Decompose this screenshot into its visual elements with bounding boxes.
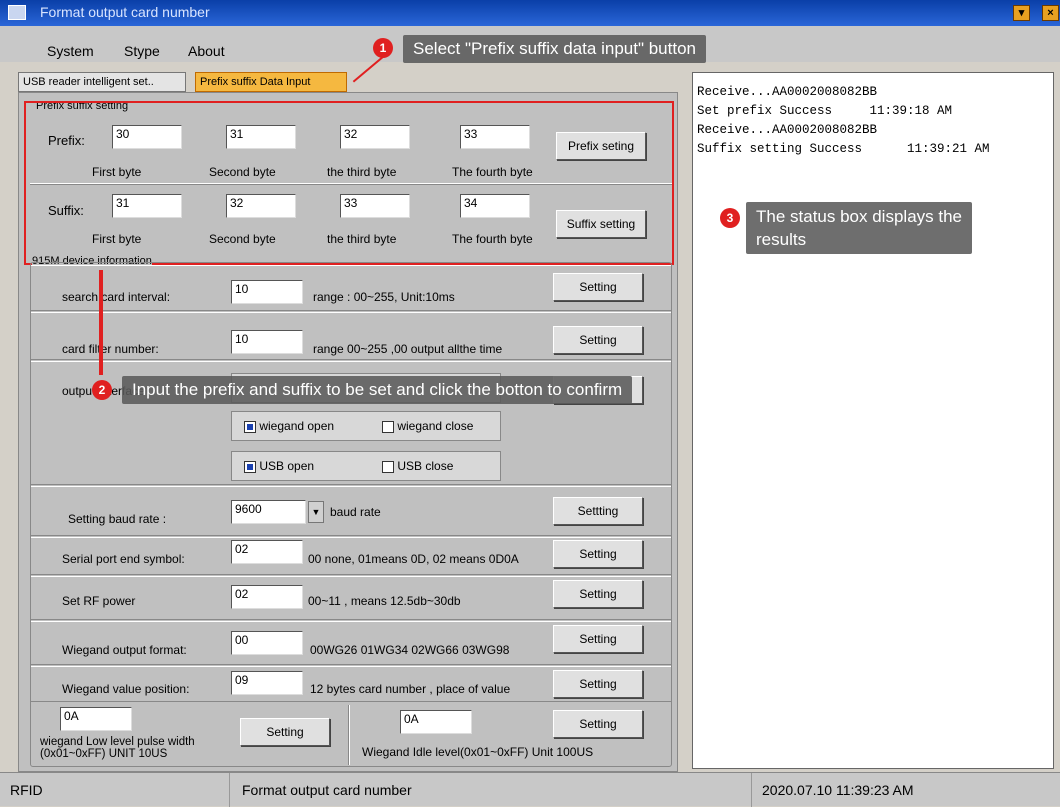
menu-stype[interactable]: Stype [124,43,160,59]
callout-3: The status box displays the results [746,202,973,254]
rf-power-hint: 00~11 , means 12.5db~30db [308,594,461,608]
radio-unchecked-icon [382,460,394,473]
serial-end-hint: 00 none, 01means 0D, 02 means 0D0A [308,552,519,566]
usb-open-option[interactable]: USB open [244,459,314,473]
low-pulse-setting-button[interactable]: Setting [240,718,330,746]
wiegand-position-input[interactable]: 09 [231,671,303,695]
wiegand-position-hint: 12 bytes card number , place of value [310,682,511,696]
menu-system[interactable]: System [47,43,94,59]
wiegand-close-option[interactable]: wiegand close [382,419,473,433]
status-line: Receive...AA0002008082BB [697,85,878,99]
serial-end-setting-button[interactable]: Setting [553,540,643,568]
serial-end-input[interactable]: 02 [231,540,303,564]
minimize-button[interactable]: ▾ [1013,5,1030,21]
callout-2-arrow [99,270,103,375]
baud-hint: baud rate [330,505,381,519]
usb-close-option[interactable]: USB close [382,459,453,473]
filter-hint: range 00~255 ,00 output allthe time [313,342,503,356]
wiegand-position-label: Wiegand value position: [62,682,190,696]
wiegand-format-setting-button[interactable]: Setting [553,625,643,653]
idle-level-input[interactable]: 0A [400,710,472,734]
status-line: Set prefix Success 11:39:18 AM [697,104,953,118]
callout-2: Input the prefix and suffix to be set an… [122,376,633,404]
filter-label: card filter number: [62,342,159,356]
rf-power-setting-button[interactable]: Setting [553,580,643,608]
low-pulse-label: wiegand Low level pulse width (0x01~0xFF… [40,736,195,760]
statusbar-cell-2: Format output card number [232,773,752,807]
wiegand-open-option[interactable]: wiegand open [244,419,334,433]
callout-3-line1: The status box displays the [756,207,963,226]
statusbar-cell-3: 2020.07.10 11:39:23 AM [762,782,914,798]
search-interval-label: search card interval: [62,290,171,304]
low-pulse-input[interactable]: 0A [60,707,132,731]
menu-about[interactable]: About [188,43,225,59]
rf-power-input[interactable]: 02 [231,585,303,609]
callout-2-number: 2 [92,380,112,400]
dropdown-arrow-icon[interactable]: ▼ [308,501,324,523]
radio-checked-icon [244,420,256,433]
idle-level-setting-button[interactable]: Setting [553,710,643,738]
radio-checked-icon [244,460,256,473]
statusbar-cell-1: RFID [0,773,230,807]
idle-level-label: Wiegand Idle level(0x01~0xFF) Unit 100US [362,745,594,759]
search-interval-input[interactable]: 10 [231,280,303,304]
baud-select[interactable]: 9600 [231,500,306,524]
search-interval-hint: range : 00~255, Unit:10ms [313,290,455,304]
filter-setting-button[interactable]: Setting [553,326,643,354]
window-title: Format output card number [40,4,210,20]
search-interval-setting-button[interactable]: Setting [553,273,643,301]
baud-setting-button[interactable]: Settting [553,497,643,525]
rf-power-label: Set RF power [62,594,136,608]
app-icon [8,5,26,20]
status-line: Suffix setting Success 11:39:21 AM [697,142,990,156]
title-bar: Format output card number ▾ × [0,0,1060,26]
wiegand-format-hint: 00WG26 01WG34 02WG66 03WG98 [310,643,510,657]
callout-3-line2: results [756,230,807,249]
close-button[interactable]: × [1042,5,1059,21]
tab-usb-reader[interactable]: USB reader intelligent set.. [18,72,186,92]
callout-3-number: 3 [720,208,740,228]
status-bar: RFID Format output card number 2020.07.1… [0,772,1060,807]
status-box: Receive...AA0002008082BB Set prefix Succ… [692,72,1054,769]
wiegand-position-setting-button[interactable]: Setting [553,670,643,698]
vertical-divider [348,705,350,765]
callout-1: Select "Prefix suffix data input" button [403,35,706,63]
radio-unchecked-icon [382,420,394,433]
baud-label: Setting baud rate : [68,512,167,526]
wiegand-format-label: Wiegand output format: [62,643,187,657]
status-line: Receive...AA0002008082BB [697,123,878,137]
wiegand-format-input[interactable]: 00 [231,631,303,655]
highlight-box [24,101,674,265]
serial-end-label: Serial port end symbol: [62,552,185,566]
tab-prefix-suffix[interactable]: Prefix suffix Data Input [195,72,347,92]
filter-input[interactable]: 10 [231,330,303,354]
